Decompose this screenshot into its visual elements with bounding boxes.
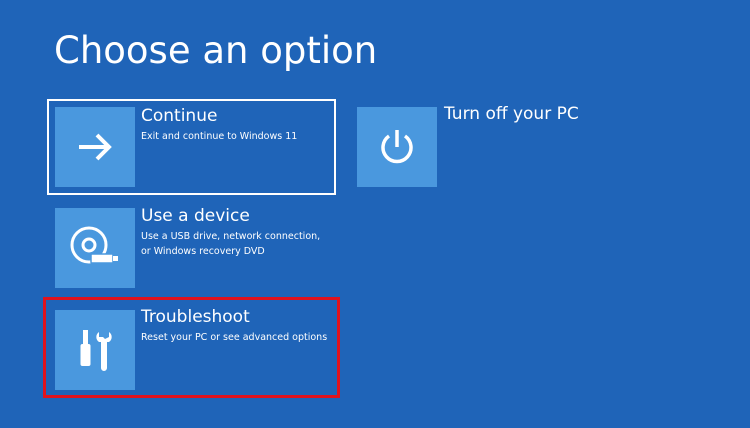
- troubleshoot-description: Reset your PC or see advanced options: [141, 332, 328, 343]
- turn-off-tile[interactable]: [357, 107, 437, 187]
- power-icon: [381, 130, 413, 164]
- troubleshoot-label: Troubleshoot: [141, 307, 250, 327]
- use-a-device-option[interactable]: Use a device Use a USB drive, network co…: [47, 200, 336, 295]
- continue-label: Continue: [141, 106, 218, 126]
- use-a-device-label: Use a device: [141, 206, 250, 226]
- tools-icon: [80, 330, 112, 371]
- arrow-right-icon: [79, 133, 112, 161]
- continue-option[interactable]: Continue Exit and continue to Windows 11: [47, 99, 336, 195]
- continue-description: Exit and continue to Windows 11: [141, 131, 298, 142]
- turn-off-label: Turn off your PC: [444, 104, 579, 124]
- page-title: Choose an option: [54, 29, 378, 72]
- use-a-device-tile[interactable]: [55, 208, 135, 288]
- troubleshoot-option[interactable]: Troubleshoot Reset your PC or see advanc…: [43, 297, 340, 398]
- continue-tile[interactable]: [55, 107, 135, 187]
- troubleshoot-tile[interactable]: [55, 310, 135, 390]
- turn-off-option[interactable]: Turn off your PC: [349, 99, 649, 195]
- disc-usb-icon: [70, 226, 118, 264]
- use-a-device-description: Use a USB drive, network connection, or …: [141, 231, 321, 257]
